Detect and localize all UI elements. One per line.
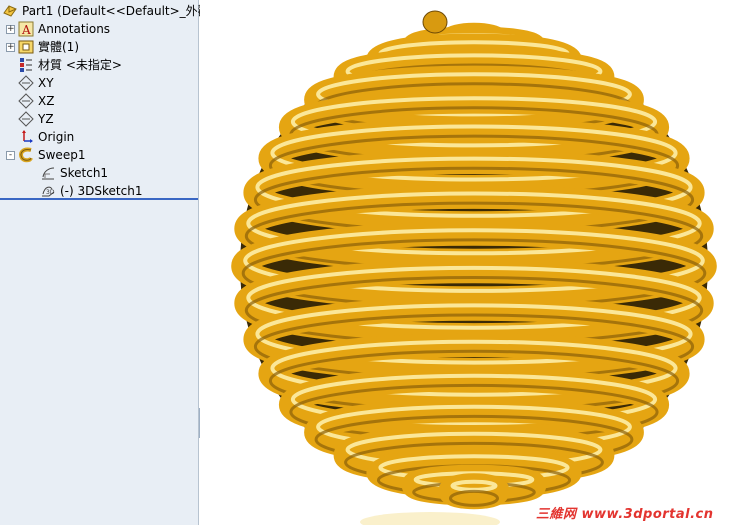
svg-text:3D: 3D [46,189,55,196]
tree-item-sketch1[interactable]: Sketch1 [40,164,108,182]
collapse-icon[interactable]: - [6,150,15,160]
tree-item-plane-xz[interactable]: XZ [18,92,54,110]
tree-root-part1[interactable]: Part1 (Default<<Default>_外觀 [2,2,210,20]
coil-stack [231,10,717,510]
sweep-icon [18,147,34,163]
plane-icon [18,75,34,91]
expand-icon[interactable]: + [6,42,15,52]
tree-root-label: Part1 (Default<<Default>_外觀 [22,4,210,18]
tree-item-annotations[interactable]: + A Annotations [6,20,110,38]
origin-icon [18,129,34,145]
graphics-viewport[interactable] [200,0,753,525]
tree-item-origin[interactable]: Origin [18,128,74,146]
tree-item-label: Origin [38,130,75,144]
tree-item-solid-bodies[interactable]: + 實體(1) [6,38,79,56]
tree-item-label: XY [38,76,54,90]
tree-item-label: Annotations [38,22,111,36]
sketch-icon [40,165,56,181]
tree-item-plane-yz[interactable]: YZ [18,110,54,128]
tree-item-sweep1[interactable]: - Sweep1 [6,146,85,164]
tube-end-cap [422,10,448,34]
feature-manager-tree: Part1 (Default<<Default>_外觀 + A Annotati… [0,0,210,525]
floor-reflection [360,512,500,525]
tree-item-label: Sweep1 [38,148,86,162]
3d-sketch-icon: 3D [40,183,56,199]
plane-icon [18,111,34,127]
tree-item-plane-xy[interactable]: XY [18,74,54,92]
tree-rollback-bar[interactable] [0,198,198,200]
tree-item-material[interactable]: 材質 <未指定> [18,56,122,74]
sweep-sphere-model[interactable] [200,0,753,525]
solid-bodies-icon [18,39,34,55]
expand-icon[interactable]: + [6,24,15,34]
site-watermark: 三維网 www.3dportal.cn [536,507,714,522]
tree-item-label: 材質 <未指定> [38,58,122,72]
plane-icon [18,93,34,109]
annotations-icon: A [18,21,34,37]
tree-item-label: 實體(1) [38,40,79,54]
part-icon [2,3,18,19]
svg-text:A: A [21,23,31,37]
tree-item-label: YZ [38,112,54,126]
tree-item-label: XZ [38,94,55,108]
material-icon [18,57,34,73]
tree-item-label: Sketch1 [60,166,109,180]
